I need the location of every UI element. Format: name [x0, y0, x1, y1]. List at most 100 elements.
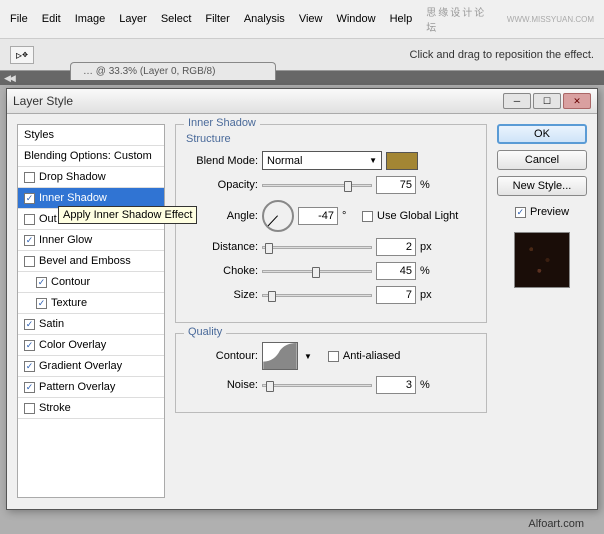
checkbox-icon[interactable]: [24, 214, 35, 225]
watermark-main: 思缘设计论坛: [420, 2, 499, 36]
checkbox-icon[interactable]: ✓: [36, 298, 47, 309]
contour-label: Contour:: [186, 350, 258, 362]
style-label: Satin: [39, 318, 64, 330]
style-gradient-overlay[interactable]: ✓ Gradient Overlay: [18, 356, 164, 377]
checkbox-icon[interactable]: ✓: [36, 277, 47, 288]
angle-unit: °: [342, 210, 358, 222]
style-color-overlay[interactable]: ✓ Color Overlay: [18, 335, 164, 356]
contour-picker[interactable]: [262, 342, 298, 370]
menu-edit[interactable]: Edit: [36, 11, 67, 27]
quality-title: Quality: [184, 326, 226, 338]
shadow-color-swatch[interactable]: [386, 152, 418, 170]
menu-analysis[interactable]: Analysis: [238, 11, 291, 27]
size-label: Size:: [186, 289, 258, 301]
distance-unit: px: [420, 241, 436, 253]
style-stroke[interactable]: Stroke: [18, 398, 164, 419]
blending-options-row[interactable]: Blending Options: Custom: [18, 146, 164, 167]
size-slider[interactable]: [262, 294, 372, 297]
dialog-buttons-column: OK Cancel New Style... ✓ Preview: [497, 124, 587, 498]
distance-slider[interactable]: [262, 246, 372, 249]
quality-fieldset: Quality Contour: ▼ Anti-aliased Noise: %: [175, 333, 487, 413]
panel-title: Inner Shadow: [184, 117, 260, 129]
checkbox-icon[interactable]: ✓: [24, 319, 35, 330]
style-label: Pattern Overlay: [39, 381, 115, 393]
menu-window[interactable]: Window: [330, 11, 381, 27]
choke-slider[interactable]: [262, 270, 372, 273]
style-inner-shadow[interactable]: ✓Inner Shadow Apply Inner Shadow Effect: [18, 188, 164, 209]
styles-header[interactable]: Styles: [18, 125, 164, 146]
noise-label: Noise:: [186, 379, 258, 391]
menu-layer[interactable]: Layer: [113, 11, 153, 27]
preview-thumbnail: [514, 232, 570, 288]
style-inner-glow[interactable]: ✓ Inner Glow: [18, 230, 164, 251]
style-label: Bevel and Emboss: [39, 255, 131, 267]
anti-aliased-checkbox[interactable]: [328, 351, 339, 362]
choke-unit: %: [420, 265, 436, 277]
minimize-button[interactable]: ─: [503, 93, 531, 109]
angle-dial[interactable]: [262, 200, 294, 232]
menu-help[interactable]: Help: [384, 11, 419, 27]
options-info: Click and drag to reposition the effect.: [410, 49, 594, 61]
move-tool-icon[interactable]: ▹✥: [10, 46, 34, 64]
opacity-slider[interactable]: [262, 184, 372, 187]
anti-aliased-label: Anti-aliased: [343, 350, 400, 362]
dialog-titlebar[interactable]: Layer Style ─ ☐ ✕: [7, 89, 597, 114]
inner-shadow-fieldset: Inner Shadow Structure Blend Mode: Norma…: [175, 124, 487, 323]
blend-mode-label: Blend Mode:: [186, 155, 258, 167]
checkbox-icon[interactable]: ✓: [24, 361, 35, 372]
global-light-checkbox[interactable]: [362, 211, 373, 222]
maximize-button[interactable]: ☐: [533, 93, 561, 109]
footer-credit: Alfoart.com: [528, 518, 584, 530]
menu-image[interactable]: Image: [69, 11, 112, 27]
distance-label: Distance:: [186, 241, 258, 253]
style-drop-shadow[interactable]: Drop Shadow: [18, 167, 164, 188]
angle-input[interactable]: [298, 207, 338, 225]
opacity-input[interactable]: [376, 176, 416, 194]
preview-label: Preview: [530, 206, 569, 218]
document-tab[interactable]: … @ 33.3% (Layer 0, RGB/8): [70, 62, 276, 80]
style-texture[interactable]: ✓ Texture: [18, 293, 164, 314]
menu-view[interactable]: View: [293, 11, 329, 27]
ok-button[interactable]: OK: [497, 124, 587, 144]
settings-panel: Inner Shadow Structure Blend Mode: Norma…: [175, 124, 487, 498]
distance-input[interactable]: [376, 238, 416, 256]
checkbox-icon[interactable]: ✓: [24, 235, 35, 246]
style-pattern-overlay[interactable]: ✓ Pattern Overlay: [18, 377, 164, 398]
style-label: Gradient Overlay: [39, 360, 122, 372]
menu-select[interactable]: Select: [155, 11, 198, 27]
dialog-title: Layer Style: [13, 94, 73, 108]
checkbox-icon[interactable]: ✓: [24, 382, 35, 393]
watermark-sub: WWW.MISSYUAN.COM: [501, 13, 600, 26]
chevron-down-icon: ▼: [369, 156, 377, 165]
collapse-arrows-icon: ◀◀: [4, 73, 14, 84]
choke-input[interactable]: [376, 262, 416, 280]
blend-mode-select[interactable]: Normal▼: [262, 151, 382, 170]
menu-filter[interactable]: Filter: [199, 11, 235, 27]
menubar: File Edit Image Layer Select Filter Anal…: [0, 0, 604, 39]
checkbox-icon[interactable]: [24, 256, 35, 267]
style-bevel-emboss[interactable]: Bevel and Emboss: [18, 251, 164, 272]
preview-checkbox[interactable]: ✓: [515, 207, 526, 218]
style-label: Texture: [51, 297, 87, 309]
cancel-button[interactable]: Cancel: [497, 150, 587, 170]
style-label: Inner Glow: [39, 234, 92, 246]
structure-title: Structure: [186, 133, 476, 145]
style-contour[interactable]: ✓Contour: [18, 272, 164, 293]
menu-file[interactable]: File: [4, 11, 34, 27]
style-label: Out: [39, 213, 57, 225]
noise-slider[interactable]: [262, 384, 372, 387]
style-label: Color Overlay: [39, 339, 106, 351]
new-style-button[interactable]: New Style...: [497, 176, 587, 196]
tooltip: Apply Inner Shadow Effect: [58, 206, 197, 224]
checkbox-icon[interactable]: [24, 403, 35, 414]
styles-list: Styles Blending Options: Custom Drop Sha…: [17, 124, 165, 498]
size-input[interactable]: [376, 286, 416, 304]
noise-input[interactable]: [376, 376, 416, 394]
checkbox-icon[interactable]: ✓: [24, 340, 35, 351]
style-label: Drop Shadow: [39, 171, 106, 183]
close-button[interactable]: ✕: [563, 93, 591, 109]
chevron-down-icon[interactable]: ▼: [304, 352, 312, 361]
checkbox-icon[interactable]: [24, 172, 35, 183]
style-satin[interactable]: ✓ Satin: [18, 314, 164, 335]
checkbox-icon[interactable]: ✓: [24, 193, 35, 204]
